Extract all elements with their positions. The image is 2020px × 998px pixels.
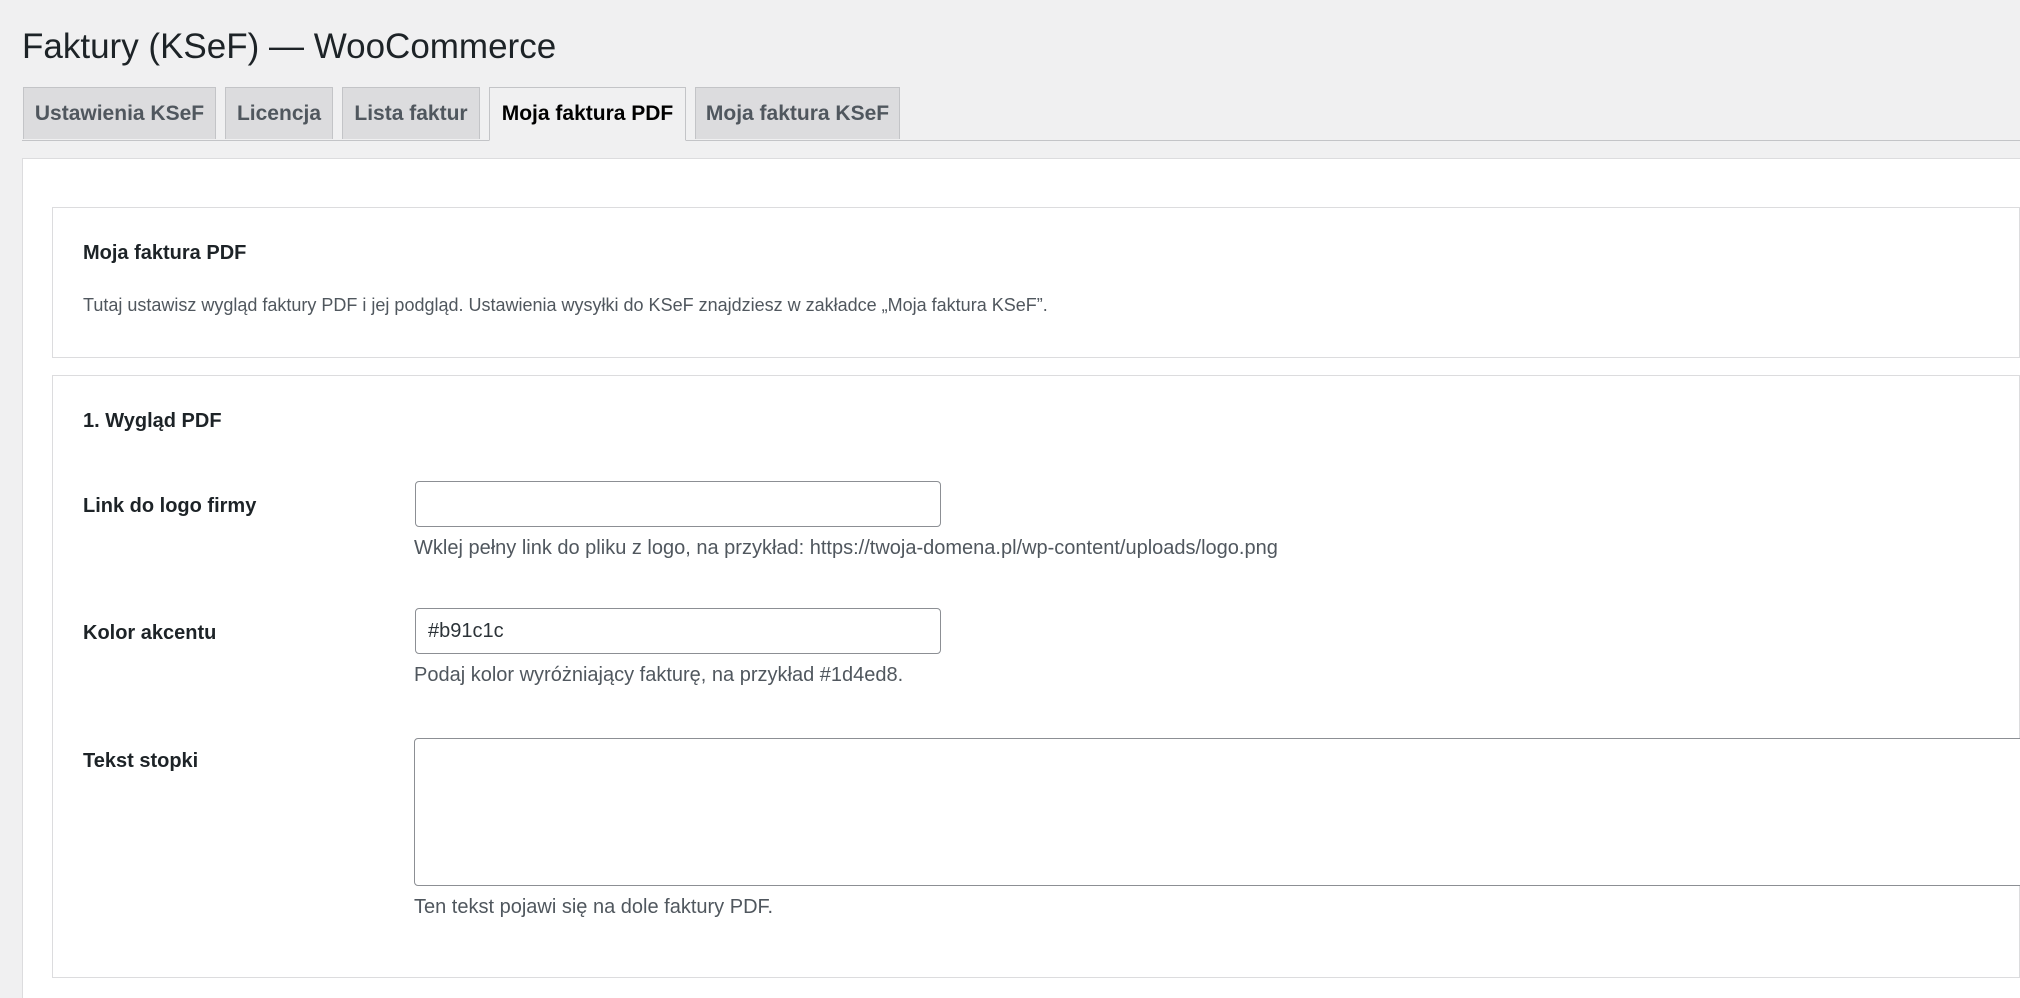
tabs-divider bbox=[22, 140, 2020, 141]
page-title: Faktury (KSeF) — WooCommerce bbox=[22, 27, 557, 66]
appearance-section-title: 1. Wygląd PDF bbox=[83, 410, 222, 432]
intro-description: Tutaj ustawisz wygląd faktury PDF i jej … bbox=[83, 295, 1048, 315]
accent-color-label: Kolor akcentu bbox=[83, 622, 217, 644]
footer-text-help: Ten tekst pojawi się na dole faktury PDF… bbox=[414, 896, 774, 918]
footer-text-label: Tekst stopki bbox=[83, 750, 199, 772]
tab-licencja[interactable]: Licencja bbox=[225, 87, 333, 139]
logo-link-input[interactable] bbox=[415, 481, 941, 527]
nav-tabs: Ustawienia KSeF Licencja Lista faktur Mo… bbox=[23, 87, 900, 141]
tab-moja-faktura-ksef[interactable]: Moja faktura KSeF bbox=[695, 87, 900, 139]
tab-ustawienia-ksef[interactable]: Ustawienia KSeF bbox=[23, 87, 216, 139]
footer-text-textarea[interactable] bbox=[414, 738, 2020, 886]
logo-link-label: Link do logo firmy bbox=[83, 495, 257, 517]
tab-moja-faktura-pdf[interactable]: Moja faktura PDF bbox=[489, 87, 686, 141]
accent-color-help: Podaj kolor wyróżniający fakturę, na prz… bbox=[414, 664, 904, 686]
accent-color-input[interactable] bbox=[415, 608, 941, 654]
intro-card: Moja faktura PDF Tutaj ustawisz wygląd f… bbox=[52, 207, 2020, 358]
tab-lista-faktur[interactable]: Lista faktur bbox=[342, 87, 480, 139]
logo-link-help: Wklej pełny link do pliku z logo, na prz… bbox=[414, 537, 1278, 559]
intro-title: Moja faktura PDF bbox=[83, 242, 247, 264]
appearance-card: 1. Wygląd PDF Link do logo firmy Wklej p… bbox=[52, 375, 2020, 978]
